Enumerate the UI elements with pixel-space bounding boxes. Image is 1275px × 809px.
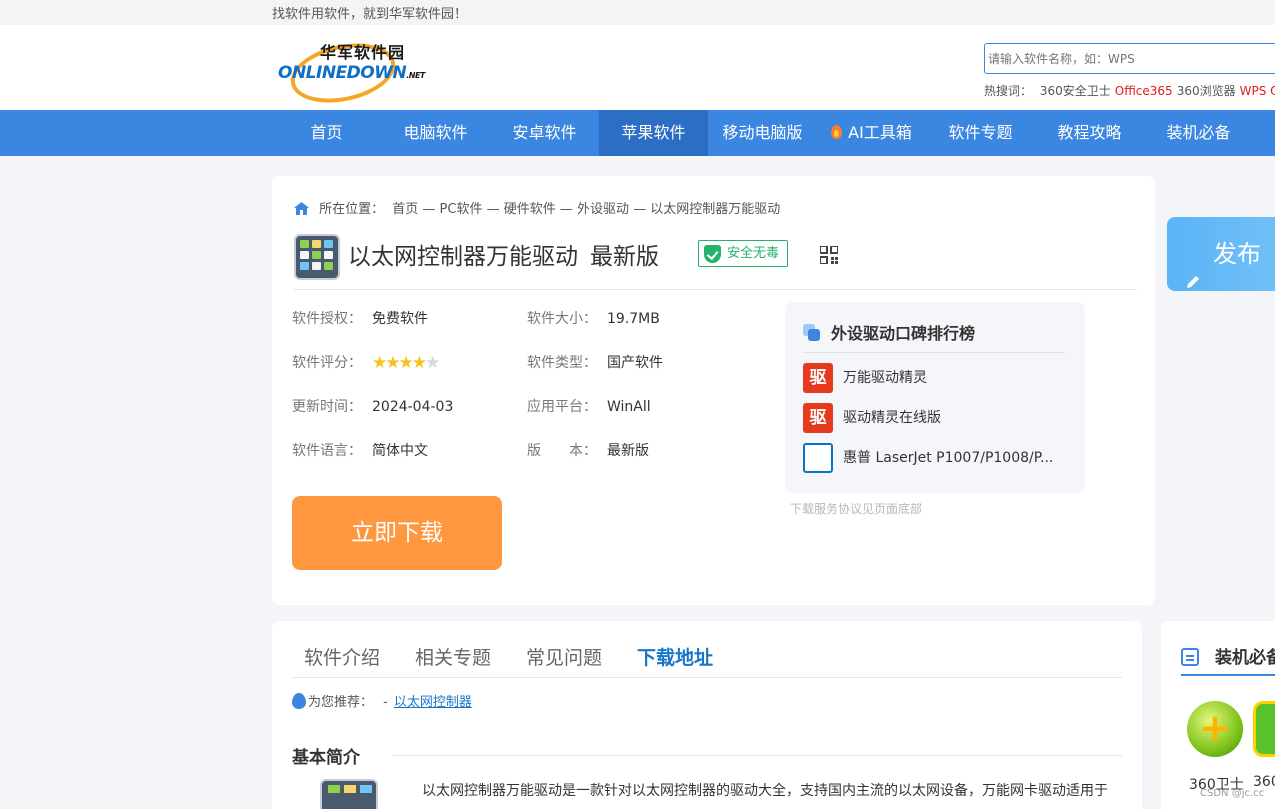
ranking-panel: 外设驱动口碑排行榜 驱万能驱动精灵驱驱动精灵在线版 hp 惠普 LaserJet P… bbox=[785, 302, 1085, 493]
safe-badge: 安全无毒 bbox=[698, 240, 788, 267]
driver-app-icon: 驱 bbox=[803, 403, 833, 433]
ranking-title: 外设驱动口碑排行榜 bbox=[803, 320, 975, 344]
essentials-card: 装机必备 360卫士 360 bbox=[1161, 621, 1275, 809]
ranking-divider bbox=[803, 352, 1065, 353]
star-icon: ★ bbox=[425, 353, 440, 373]
nav-item[interactable]: 苹果软件 bbox=[599, 110, 708, 156]
nav-item[interactable]: 安卓软件 bbox=[490, 110, 599, 156]
detail-tab[interactable]: 常见问题 bbox=[526, 643, 602, 670]
flame-icon bbox=[292, 693, 306, 709]
nav-item[interactable]: 首页 bbox=[272, 110, 381, 156]
nav-item[interactable]: 软件专题 bbox=[926, 110, 1035, 156]
hot-word-link[interactable]: 360浏览器 bbox=[1177, 84, 1236, 98]
software-description: 以太网控制器万能驱动是一款针对以太网控制器的驱动大全，支持国内主流的以太网设备，… bbox=[422, 783, 1108, 799]
nav-item[interactable]: 移动电脑版 bbox=[708, 110, 817, 156]
rating-stars: ★★★★★ bbox=[372, 353, 440, 373]
qr-code-icon[interactable] bbox=[819, 245, 839, 265]
detail-tab[interactable]: 相关专题 bbox=[415, 643, 491, 670]
star-icon: ★ bbox=[411, 353, 427, 373]
publish-button[interactable]: 发布 bbox=[1167, 217, 1275, 291]
software-title: 以太网控制器万能驱动 最新版 bbox=[348, 244, 659, 270]
detail-tab[interactable]: 软件介绍 bbox=[304, 643, 380, 670]
recommend-row: 为您推荐： - 以太网控制器 bbox=[292, 691, 472, 710]
info-field: 软件大小： 19.7MB bbox=[527, 311, 660, 327]
hot-words: 热搜词： 360安全卫士 Office365 360浏览器 WPS Off bbox=[984, 82, 1275, 99]
site-header: 华军软件园 ONLINEDOWN.NET 热搜词： 360安全卫士 Office3… bbox=[0, 25, 1275, 112]
shield-check-icon bbox=[704, 245, 721, 263]
search-input[interactable] bbox=[985, 44, 1275, 73]
site-logo[interactable]: 华军软件园 ONLINEDOWN.NET bbox=[276, 34, 426, 112]
360-app-icon[interactable] bbox=[1253, 701, 1275, 757]
recommend-link[interactable]: 以太网控制器 bbox=[394, 695, 472, 710]
app-icon-small bbox=[320, 779, 378, 809]
logo-cn: 华军软件园 bbox=[320, 43, 406, 62]
tab-divider bbox=[292, 677, 1122, 678]
slogan: 找软件用软件，就到华军软件园！ bbox=[272, 7, 468, 22]
hp-logo-icon: hp bbox=[803, 443, 833, 473]
info-field: 版 本： 最新版 bbox=[527, 443, 649, 459]
download-agreement-note[interactable]: 下载服务协议见页面底部 bbox=[790, 500, 922, 517]
breadcrumb-path[interactable]: 首页 — PC软件 — 硬件软件 — 外设驱动 — 以太网控制器万能驱动 bbox=[392, 202, 780, 217]
software-card: 所在位置： 首页 — PC软件 — 硬件软件 — 外设驱动 — 以太网控制器万能… bbox=[272, 176, 1155, 605]
ranking-icon bbox=[803, 324, 821, 342]
info-field: 应用平台： WinAll bbox=[527, 399, 651, 415]
hot-words-label: 热搜词： bbox=[984, 84, 1033, 98]
download-button[interactable]: 立即下载 bbox=[292, 496, 502, 570]
detail-tabs-card: 软件介绍 相关专题 常见问题 下载地址 为您推荐： - 以太网控制器 基本简介 以太网控… bbox=[272, 621, 1142, 809]
info-field: 软件类型： 国产软件 bbox=[527, 355, 663, 371]
section-divider bbox=[392, 755, 1122, 756]
breadcrumb: 所在位置： 首页 — PC软件 — 硬件软件 — 外设驱动 — 以太网控制器万能… bbox=[294, 198, 784, 217]
essentials-title: 装机必备 bbox=[1181, 643, 1275, 668]
nav-item[interactable]: 装机必备 bbox=[1144, 110, 1253, 156]
hot-word-link[interactable]: 360安全卫士 bbox=[1040, 84, 1111, 98]
top-strip: 找软件用软件，就到华军软件园！ bbox=[0, 0, 1275, 25]
section-title: 基本简介 bbox=[292, 748, 360, 768]
star-icon: ★ bbox=[385, 353, 400, 373]
hot-word-link[interactable]: Office365 bbox=[1115, 84, 1173, 98]
main-nav: 首页 电脑软件 安卓软件 苹果软件 移动电脑版 AI工具箱 软件专题 教程攻略 装机必备 bbox=[0, 110, 1275, 156]
info-field: 软件语言： 简体中文 bbox=[292, 443, 428, 459]
watermark: CSDN @jc.cc bbox=[1200, 788, 1265, 799]
nav-item[interactable]: AI工具箱 bbox=[817, 110, 926, 156]
search-box[interactable] bbox=[984, 43, 1275, 74]
home-icon[interactable] bbox=[294, 202, 309, 215]
essentials-icon bbox=[1181, 648, 1199, 666]
star-icon: ★ bbox=[398, 353, 414, 373]
software-version: 最新版 bbox=[590, 244, 659, 270]
pencil-icon bbox=[1185, 245, 1201, 288]
logo-en: ONLINEDOWN.NET bbox=[278, 63, 425, 83]
driver-app-icon: 驱 bbox=[803, 363, 833, 393]
breadcrumb-label: 所在位置： bbox=[319, 202, 385, 217]
star-icon: ★ bbox=[372, 353, 387, 373]
app-icon bbox=[294, 234, 340, 280]
nav-item[interactable]: 教程攻略 bbox=[1035, 110, 1144, 156]
detail-tab[interactable]: 下载地址 bbox=[637, 643, 713, 670]
info-field: 软件授权： 免费软件 bbox=[292, 311, 428, 327]
hot-word-link[interactable]: WPS Off bbox=[1240, 84, 1275, 98]
info-field: 更新时间： 2024-04-03 bbox=[292, 399, 454, 415]
nav-item[interactable]: 电脑软件 bbox=[381, 110, 490, 156]
360-guard-icon[interactable] bbox=[1187, 701, 1243, 757]
fire-icon bbox=[831, 125, 843, 139]
essentials-underline bbox=[1181, 674, 1275, 676]
title-divider bbox=[294, 289, 1137, 290]
info-field: 软件评分： ★★★★★ bbox=[292, 353, 440, 373]
